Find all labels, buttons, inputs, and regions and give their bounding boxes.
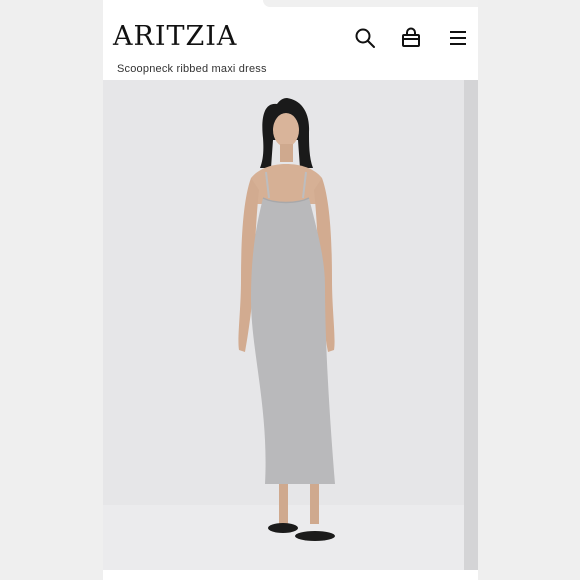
shopping-bag-icon <box>402 27 420 47</box>
shopping-bag-button[interactable] <box>399 26 423 50</box>
phone-screen: ARITZIA Scoopneck ribbed maxi dress <box>103 0 478 580</box>
product-title: Scoopneck ribbed maxi dress <box>117 63 267 75</box>
brand-logo[interactable]: ARITZIA <box>113 21 237 52</box>
search-icon <box>355 28 375 48</box>
image-edge-strip <box>464 80 478 570</box>
site-header: ARITZIA Scoopneck ribbed maxi dress <box>103 8 478 80</box>
model-in-dress-image <box>238 98 335 541</box>
menu-button[interactable] <box>446 26 470 50</box>
product-image[interactable] <box>103 80 478 570</box>
search-button[interactable] <box>353 26 377 50</box>
hamburger-menu-icon <box>450 31 466 45</box>
browser-address-bar[interactable] <box>263 0 478 7</box>
